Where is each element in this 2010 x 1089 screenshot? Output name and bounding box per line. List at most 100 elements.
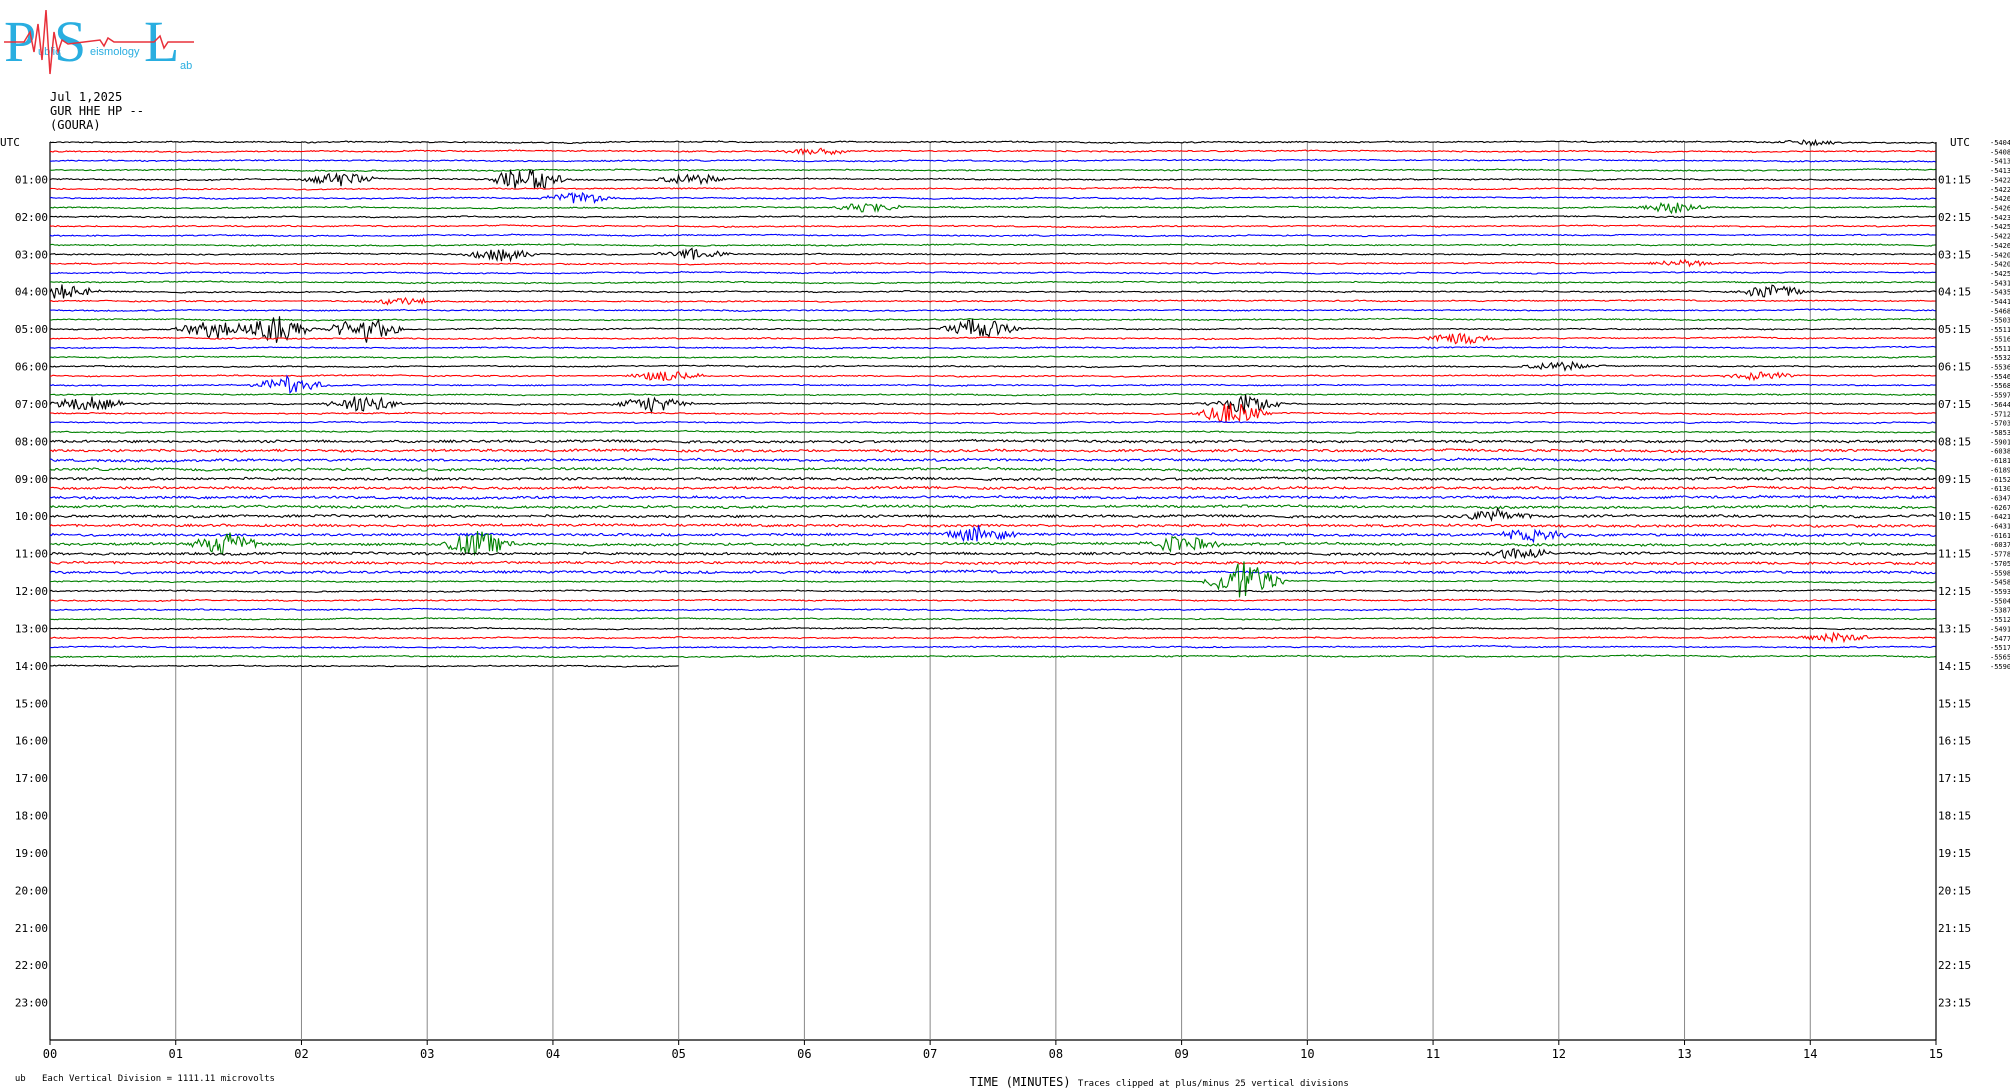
left-hour-label: 11:00 bbox=[15, 548, 48, 561]
trace-offset-label: -5853 bbox=[1990, 429, 2010, 437]
trace-line bbox=[49, 485, 1936, 491]
right-hour-label: 12:15 bbox=[1938, 585, 1971, 598]
trace-line bbox=[49, 654, 1936, 659]
trace-offset-label: -5597 bbox=[1990, 392, 2010, 400]
left-hour-label: 14:00 bbox=[15, 660, 48, 673]
trace-offset-label: -6130 bbox=[1990, 485, 2010, 493]
right-hour-label: 08:15 bbox=[1938, 435, 1971, 448]
trace-offset-label: -6347 bbox=[1990, 494, 2010, 502]
left-hour-label: 19:00 bbox=[15, 847, 48, 860]
trace-line bbox=[49, 138, 1936, 147]
right-hour-label: 04:15 bbox=[1938, 286, 1971, 299]
trace-line bbox=[49, 270, 1936, 275]
x-tick-label: 07 bbox=[923, 1047, 937, 1061]
x-axis-title: TIME (MINUTES) Traces clipped at plus/mi… bbox=[955, 1061, 1349, 1089]
trace-offset-label: -5422 bbox=[1990, 186, 2010, 194]
trace-offset-label: -6189 bbox=[1990, 466, 2010, 474]
trace-line bbox=[49, 438, 1936, 444]
trace-line bbox=[49, 626, 1936, 631]
left-hour-label: 18:00 bbox=[15, 810, 48, 823]
trace-offset-label: -5590 bbox=[1990, 663, 2010, 671]
left-hour-label: 09:00 bbox=[15, 473, 48, 486]
right-hour-label: 05:15 bbox=[1938, 323, 1971, 336]
trace-line bbox=[49, 360, 1936, 372]
trace-line bbox=[49, 522, 1936, 528]
trace-line bbox=[49, 429, 1936, 435]
trace-line bbox=[49, 147, 1936, 156]
x-tick-label: 15 bbox=[1929, 1047, 1943, 1061]
right-hour-label: 09:15 bbox=[1938, 473, 1971, 486]
trace-line bbox=[49, 332, 1936, 345]
trace-offset-label: -5568 bbox=[1990, 382, 2010, 390]
trace-offset-label: -5422 bbox=[1990, 233, 2010, 241]
right-hour-label: 15:15 bbox=[1938, 697, 1971, 710]
right-hour-label: 11:15 bbox=[1938, 548, 1971, 561]
x-tick-label: 06 bbox=[797, 1047, 811, 1061]
left-hour-label: 17:00 bbox=[15, 772, 48, 785]
x-tick-label: 09 bbox=[1174, 1047, 1188, 1061]
trace-offset-label: -5425 bbox=[1990, 270, 2010, 278]
x-tick-label: 04 bbox=[546, 1047, 560, 1061]
trace-line bbox=[49, 560, 1936, 566]
left-axis-title: UTC bbox=[0, 136, 20, 149]
right-hour-label: 06:15 bbox=[1938, 361, 1971, 374]
right-hour-label: 22:15 bbox=[1938, 959, 1971, 972]
left-hour-label: 02:00 bbox=[15, 211, 48, 224]
clip-note: Traces clipped at plus/minus 25 vertical… bbox=[1077, 1079, 1349, 1089]
logo-wave-icon bbox=[4, 9, 194, 75]
x-tick-label: 14 bbox=[1803, 1047, 1817, 1061]
trace-offset-label: -5413 bbox=[1990, 158, 2010, 166]
trace-line bbox=[49, 525, 1936, 544]
left-hour-label: 20:00 bbox=[15, 884, 48, 897]
trace-offset-label: -5712 bbox=[1990, 410, 2010, 418]
trace-line bbox=[49, 466, 1936, 473]
trace-offset-label: -5425 bbox=[1990, 223, 2010, 231]
trace-offset-label: -5512 bbox=[1990, 616, 2010, 624]
trace-offset-label: -6431 bbox=[1990, 523, 2010, 531]
trace-offset-label: -5422 bbox=[1990, 176, 2010, 184]
trace-line bbox=[49, 664, 679, 668]
trace-line bbox=[49, 345, 1936, 350]
right-hour-label: 03:15 bbox=[1938, 248, 1971, 261]
trace-line bbox=[49, 280, 1936, 285]
trace-line bbox=[49, 354, 1936, 359]
left-hour-label: 23:00 bbox=[15, 997, 48, 1010]
trace-offset-label: -5458 bbox=[1990, 579, 2010, 587]
trace-offset-label: -6267 bbox=[1990, 504, 2010, 512]
left-hour-label: 16:00 bbox=[15, 735, 48, 748]
scale-note: ub Each Vertical Division = 1111.11 micr… bbox=[4, 1064, 275, 1084]
trace-offset-label: -6152 bbox=[1990, 476, 2010, 484]
trace-offset-label: -5468 bbox=[1990, 307, 2010, 315]
trace-offset-label: -5593 bbox=[1990, 588, 2010, 596]
right-hour-label: 14:15 bbox=[1938, 660, 1971, 673]
trace-line bbox=[49, 370, 1936, 382]
trace-offset-label: -5387 bbox=[1990, 607, 2010, 615]
right-hour-label: 17:15 bbox=[1938, 772, 1971, 785]
trace-offset-label: -5426 bbox=[1990, 242, 2010, 250]
right-hour-label: 13:15 bbox=[1938, 622, 1971, 635]
trace-offset-label: -5435 bbox=[1990, 289, 2010, 297]
trace-line bbox=[49, 504, 1936, 510]
trace-offset-label: -5517 bbox=[1990, 644, 2010, 652]
trace-line bbox=[49, 569, 1936, 575]
trace-line bbox=[49, 233, 1936, 238]
trace-line bbox=[49, 394, 1936, 415]
left-hour-label: 22:00 bbox=[15, 959, 48, 972]
trace-line bbox=[49, 420, 1936, 425]
right-axis-title: UTC bbox=[1950, 136, 1970, 149]
trace-line bbox=[49, 215, 1936, 219]
trace-line bbox=[49, 617, 1936, 621]
trace-line bbox=[49, 158, 1936, 163]
trace-offset-label: -5778 bbox=[1990, 551, 2010, 559]
seismogram-chart: 00 01 02 03 04 05 06 07 08 09 10 11 12 13 14 15 UTC UTC 01… bbox=[0, 136, 2010, 1061]
trace-offset-label: -5516 bbox=[1990, 335, 2010, 343]
left-hour-label: 06:00 bbox=[15, 361, 48, 374]
trace-offset-label: -5536 bbox=[1990, 364, 2010, 372]
right-hour-label: 07:15 bbox=[1938, 398, 1971, 411]
trace-offset-label: -5404 bbox=[1990, 139, 2010, 147]
trace-offset-label: -6181 bbox=[1990, 457, 2010, 465]
x-tick-label: 05 bbox=[671, 1047, 685, 1061]
trace-offset-label: -5413 bbox=[1990, 167, 2010, 175]
trace-offset-label: -6038 bbox=[1990, 448, 2010, 456]
corner-text: ub bbox=[14, 1074, 26, 1084]
